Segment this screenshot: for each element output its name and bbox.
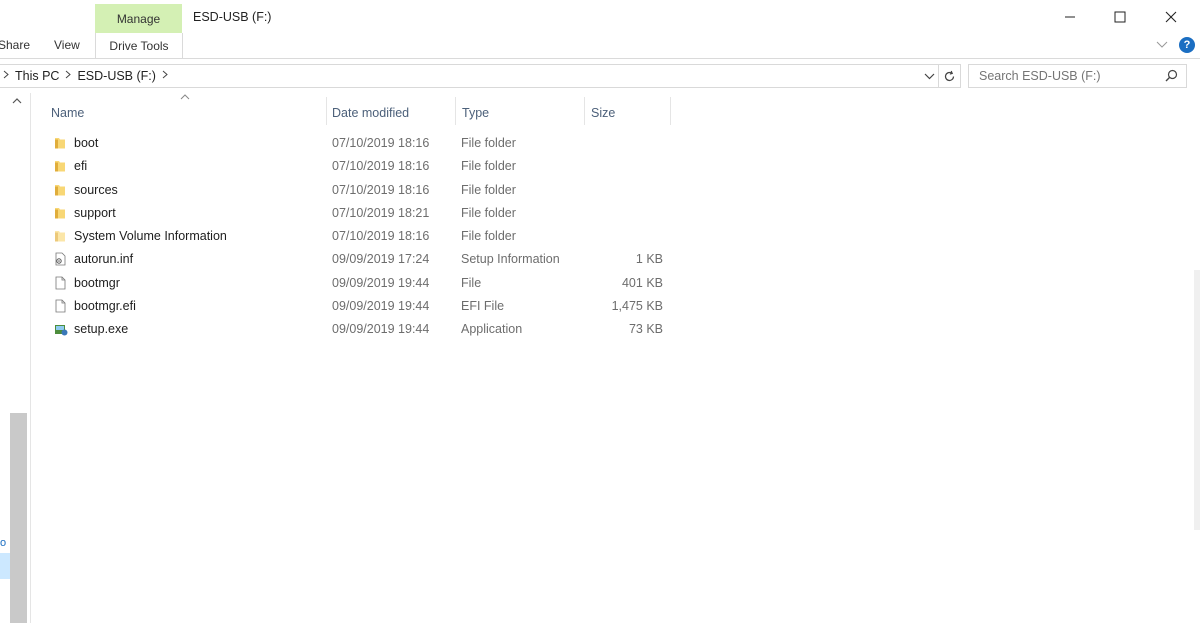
- file-size: 401 KB: [621, 275, 663, 290]
- setup-info-icon: [53, 252, 67, 266]
- folder-icon: [53, 183, 67, 197]
- file-name[interactable]: support: [74, 206, 116, 220]
- list-item[interactable]: bootmgr 09/09/2019 19:44 File 401 KB: [44, 272, 674, 295]
- sort-up-icon: [180, 92, 190, 103]
- window-title: ESD-USB (F:): [193, 10, 272, 24]
- file-type: File: [461, 275, 482, 290]
- file-size: 73 KB: [628, 322, 663, 337]
- file-date: 07/10/2019 18:16: [332, 136, 430, 150]
- close-icon: [1165, 11, 1177, 23]
- file-name[interactable]: boot: [74, 136, 98, 150]
- file-name[interactable]: bootmgr.efi: [74, 299, 136, 313]
- column-divider[interactable]: [584, 97, 585, 125]
- title-bar: Share View Manage Drive Tools ESD-USB (F…: [0, 0, 1200, 59]
- file-type: Application: [461, 322, 523, 337]
- chevron-right-icon[interactable]: [65, 70, 72, 82]
- right-scrollbar[interactable]: [1194, 270, 1200, 530]
- list-item[interactable]: setup.exe 09/09/2019 19:44 Application 7…: [44, 318, 674, 341]
- file-name[interactable]: setup.exe: [74, 322, 128, 336]
- minimize-button[interactable]: [1047, 3, 1093, 31]
- nav-selected-item[interactable]: [0, 553, 10, 579]
- column-header-name[interactable]: Name: [51, 99, 84, 127]
- folder-icon: [53, 159, 67, 173]
- file-date: 07/10/2019 18:16: [332, 159, 430, 174]
- list-item[interactable]: boot 07/10/2019 18:16 File folder: [44, 132, 674, 155]
- address-dropdown-icon[interactable]: [924, 69, 935, 83]
- maximize-button[interactable]: [1097, 3, 1143, 31]
- chevron-right-icon[interactable]: [3, 70, 9, 82]
- chevron-right-icon[interactable]: [162, 70, 168, 82]
- ribbon-expand-icon[interactable]: [1156, 38, 1168, 52]
- breadcrumb-this-pc[interactable]: This PC: [15, 69, 59, 83]
- file-type: File folder: [461, 182, 516, 197]
- list-item[interactable]: sources 07/10/2019 18:16 File folder: [44, 179, 674, 202]
- file-date: 09/09/2019 19:44: [332, 299, 430, 314]
- file-type: Setup Information: [461, 252, 560, 267]
- setup-exe-icon: [53, 322, 68, 336]
- tab-share[interactable]: Share: [0, 38, 30, 52]
- column-divider[interactable]: [670, 97, 671, 125]
- file-name[interactable]: autorun.inf: [74, 252, 133, 266]
- list-item[interactable]: support 07/10/2019 18:21 File folder: [44, 202, 674, 225]
- nav-scrollbar-thumb[interactable]: [10, 413, 27, 623]
- close-button[interactable]: [1148, 3, 1194, 31]
- list-item[interactable]: autorun.inf 09/09/2019 17:24 Setup Infor…: [44, 248, 674, 271]
- file-date: 07/10/2019 18:16: [332, 182, 430, 197]
- file-name[interactable]: efi: [74, 159, 87, 173]
- file-date: 07/10/2019 18:16: [332, 229, 430, 244]
- column-header-size[interactable]: Size: [591, 99, 615, 127]
- help-icon[interactable]: ?: [1179, 37, 1195, 53]
- file-date: 09/09/2019 17:24: [332, 252, 430, 267]
- column-divider[interactable]: [455, 97, 456, 125]
- folder-icon: [53, 206, 67, 220]
- list-item[interactable]: System Volume Information 07/10/2019 18:…: [44, 225, 674, 248]
- scroll-up-icon[interactable]: [12, 96, 22, 107]
- file-type: File folder: [461, 205, 516, 220]
- tab-manage[interactable]: Manage: [95, 4, 182, 33]
- file-date: 07/10/2019 18:21: [332, 205, 430, 220]
- nav-item-partial[interactable]: o: [0, 537, 6, 549]
- file-icon: [53, 299, 67, 313]
- tab-view[interactable]: View: [54, 38, 80, 52]
- file-type: EFI File: [461, 299, 505, 314]
- file-name[interactable]: bootmgr: [74, 276, 120, 290]
- search-icon[interactable]: [1165, 69, 1178, 85]
- file-size: 1 KB: [635, 252, 663, 267]
- refresh-button[interactable]: [938, 64, 961, 88]
- file-date: 09/09/2019 19:44: [332, 275, 430, 290]
- list-item[interactable]: efi 07/10/2019 18:16 File folder: [44, 155, 674, 178]
- file-size: 1,475 KB: [611, 299, 663, 314]
- file-date: 09/09/2019 19:44: [332, 322, 430, 337]
- column-header-date[interactable]: Date modified: [332, 99, 409, 127]
- tab-drive-tools[interactable]: Drive Tools: [95, 33, 183, 58]
- breadcrumb-esd-usb[interactable]: ESD-USB (F:): [77, 69, 155, 83]
- file-list: boot 07/10/2019 18:16 File folder efi 07…: [44, 132, 674, 342]
- search-input[interactable]: [977, 68, 1161, 84]
- file-name[interactable]: System Volume Information: [74, 229, 227, 243]
- address-row: This PC ESD-USB (F:): [0, 59, 1200, 93]
- file-icon: [53, 276, 67, 290]
- list-item[interactable]: bootmgr.efi 09/09/2019 19:44 EFI File 1,…: [44, 295, 674, 318]
- minimize-icon: [1065, 16, 1075, 18]
- maximize-icon: [1114, 11, 1126, 23]
- file-type: File folder: [461, 159, 516, 174]
- refresh-icon: [944, 70, 954, 81]
- column-header-type[interactable]: Type: [462, 99, 489, 127]
- folder-icon: [53, 229, 67, 243]
- folder-icon: [53, 136, 67, 150]
- file-type: File folder: [461, 229, 516, 244]
- address-bar[interactable]: This PC ESD-USB (F:): [0, 64, 939, 88]
- search-box[interactable]: [968, 64, 1187, 88]
- file-type: File folder: [461, 136, 516, 150]
- column-divider[interactable]: [326, 97, 327, 125]
- file-name[interactable]: sources: [74, 183, 118, 197]
